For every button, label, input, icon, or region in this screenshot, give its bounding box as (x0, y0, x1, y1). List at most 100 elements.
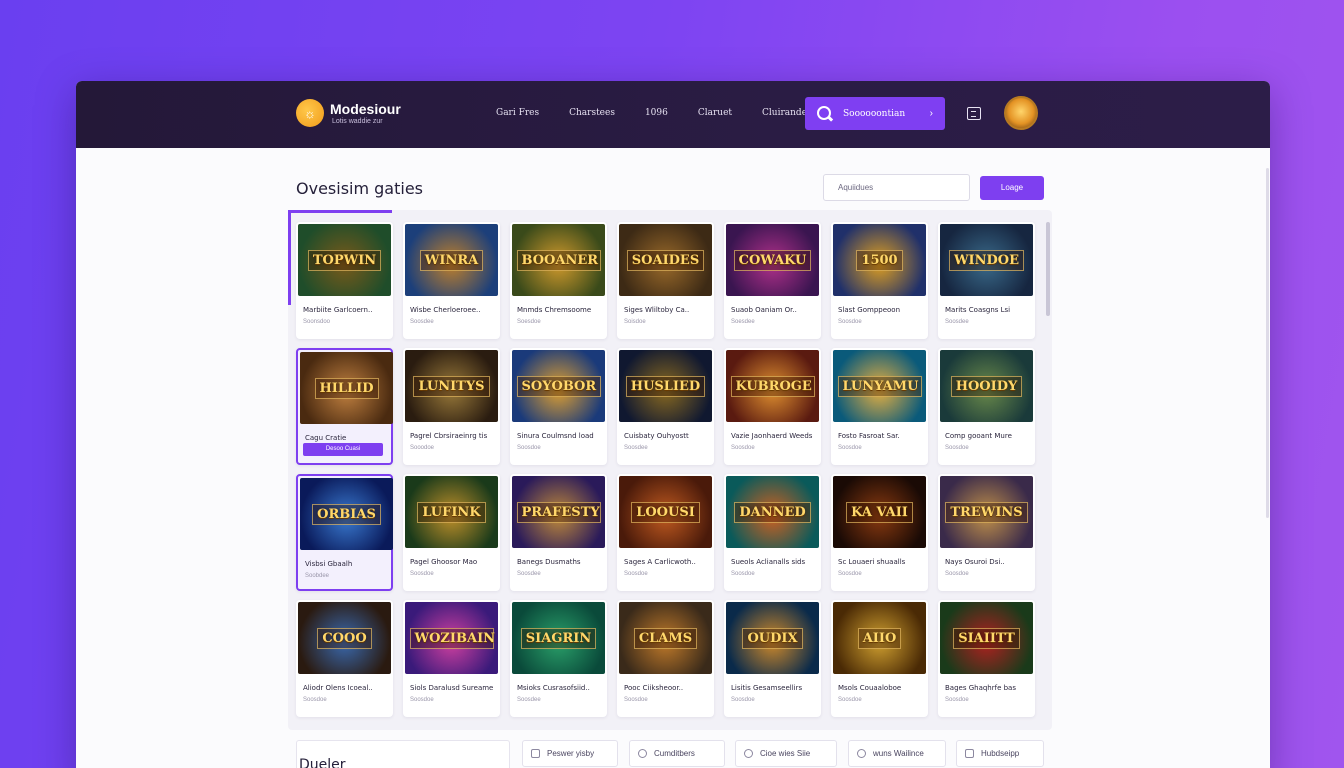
search-button[interactable]: Soooooontian › (805, 97, 945, 130)
game-thumbnail[interactable]: ORBIAS (300, 478, 393, 550)
login-button[interactable]: Loage (980, 176, 1044, 200)
game-card[interactable]: SIAGRIN Msioks Cusrasofsiid.. Soosdee (510, 600, 607, 717)
game-title: Slast Gomppeoon (838, 306, 901, 314)
game-subtitle: Soosdoe (838, 319, 862, 325)
game-card[interactable]: SIAIITT Bages Ghaqhrfe bas Soosdoe (938, 600, 1035, 717)
game-title: Mnmds Chremsoome (517, 306, 592, 314)
nav-item-4[interactable]: Claruet (698, 108, 732, 118)
game-logo-text: TOPWIN (307, 249, 382, 271)
game-card[interactable]: COWAKU Suaob Oaniam Or.. Soesdee (724, 222, 821, 339)
game-thumbnail[interactable]: HILLID (300, 352, 393, 424)
grid-scrollbar[interactable] (1046, 222, 1050, 316)
game-thumbnail[interactable]: LUFINK (405, 476, 498, 548)
footer-chip-2[interactable]: Cumditbers (629, 740, 725, 767)
game-card[interactable]: LUFINK Pagel Ghoosor Mao Soosdoe (403, 474, 500, 591)
nav-item-2[interactable]: Charstees (569, 108, 615, 118)
game-thumbnail[interactable]: BOOANER (512, 224, 605, 296)
game-card[interactable]: WINRA Wisbe Cherloeroee.. Soosdee (403, 222, 500, 339)
nav-item-1[interactable]: Gari Fres (496, 108, 539, 118)
game-logo-text: HUSLIED (625, 375, 706, 397)
game-logo-text: LOOUSI (631, 501, 700, 523)
nav-item-3[interactable]: 1096 (645, 108, 668, 118)
game-thumbnail[interactable]: WINDOE (940, 224, 1033, 296)
search-label: Soooooontian (843, 108, 906, 119)
game-thumbnail[interactable]: COOO (298, 602, 391, 674)
game-card[interactable]: KUBROGE Vazie Jaonhaerd Weeds Soosdoe (724, 348, 821, 465)
game-card[interactable]: 1500 Slast Gomppeoon Soosdoe (831, 222, 928, 339)
game-card[interactable]: HOOIDY Comp gooant Mure Soosdoe (938, 348, 1035, 465)
game-card[interactable]: WINDOE Marits Coasgns Lsi Soosdee (938, 222, 1035, 339)
game-thumbnail[interactable]: SOAIDES (619, 224, 712, 296)
game-thumbnail[interactable]: COWAKU (726, 224, 819, 296)
game-title: Sc Louaeri shuaalls (838, 558, 906, 566)
play-button[interactable]: Desoo Cuasi (303, 443, 383, 456)
footer-chip-1[interactable]: Peswer yisby (522, 740, 618, 767)
game-thumbnail[interactable]: LUNYAMU (833, 350, 926, 422)
game-subtitle: Soosdee (517, 571, 541, 577)
game-thumbnail[interactable]: CLAMS (619, 602, 712, 674)
game-card[interactable]: LUNYAMU Fosto Fasroat Sar. Soosdoe (831, 348, 928, 465)
game-thumbnail[interactable]: KUBROGE (726, 350, 819, 422)
game-thumbnail[interactable]: WOZIBAIN (405, 602, 498, 674)
game-thumbnail[interactable]: AIIO (833, 602, 926, 674)
game-card[interactable]: KA VAII Sc Louaeri shuaalls Soosdoe (831, 474, 928, 591)
game-subtitle: Soosdoe (838, 571, 862, 577)
game-card[interactable]: ORBIAS Visbsi Gbaalh Soobdee (296, 474, 393, 591)
game-card[interactable]: DANNED Sueols Aclianalls sids Soosdoe (724, 474, 821, 591)
game-thumbnail[interactable]: WINRA (405, 224, 498, 296)
game-logo-text: SOYOBOR (516, 375, 601, 397)
game-logo-text: HILLID (314, 377, 379, 399)
game-thumbnail[interactable]: SIAIITT (940, 602, 1033, 674)
window-icon[interactable] (967, 107, 981, 120)
game-card[interactable]: LUNITYS Pagrel Cbrsiraeinrg tis Sooodoe (403, 348, 500, 465)
game-title: Lisitis Gesamseellirs (731, 684, 803, 692)
game-logo-text: DANNED (734, 501, 811, 523)
game-thumbnail[interactable]: LUNITYS (405, 350, 498, 422)
game-subtitle: Soesdee (731, 319, 755, 325)
footer-chip-4[interactable]: wuns Wailince (848, 740, 946, 767)
game-card[interactable]: COOO Aliodr Olens Icoeal.. Soosdoe (296, 600, 393, 717)
game-card[interactable]: HILLID Cagu Cratie Desoo Cuasi (296, 348, 393, 465)
game-subtitle: Soosdoe (838, 445, 862, 451)
game-card[interactable]: TOPWIN Marbiite Garlcoern.. Soonsdoo (296, 222, 393, 339)
game-title: Siols Daralusd Sureame (410, 684, 494, 692)
game-thumbnail[interactable]: HOOIDY (940, 350, 1033, 422)
avatar[interactable] (1004, 96, 1038, 130)
brand-tagline: Lotis waddie zur (332, 117, 383, 125)
game-title: Bages Ghaqhrfe bas (945, 684, 1016, 692)
game-thumbnail[interactable]: KA VAII (833, 476, 926, 548)
game-logo-text: LUFINK (417, 501, 486, 523)
game-title: Siges Wliltoby Ca.. (624, 306, 690, 314)
game-thumbnail[interactable]: 1500 (833, 224, 926, 296)
game-thumbnail[interactable]: SIAGRIN (512, 602, 605, 674)
chip-label: Cioe wies Siie (760, 749, 811, 758)
game-thumbnail[interactable]: DANNED (726, 476, 819, 548)
game-card[interactable]: HUSLIED Cuisbaty Ouhyostt Soosdee (617, 348, 714, 465)
game-thumbnail[interactable]: PRAFESTY (512, 476, 605, 548)
filter-input[interactable]: Aquiidues (823, 174, 970, 201)
brand[interactable]: ☼ Modesiour Lotis waddie zur (296, 99, 401, 127)
game-subtitle: Soonsdoo (303, 319, 331, 325)
game-thumbnail[interactable]: TOPWIN (298, 224, 391, 296)
game-thumbnail[interactable]: SOYOBOR (512, 350, 605, 422)
game-subtitle: Soosdee (517, 697, 541, 703)
footer-chip-5[interactable]: Hubdseipp (956, 740, 1044, 767)
game-title: Vazie Jaonhaerd Weeds (731, 432, 813, 440)
game-card[interactable]: OUDIX Lisitis Gesamseellirs Soosdoe (724, 600, 821, 717)
game-card[interactable]: TREWINS Nays Osuroi Dsi.. Soosdoe (938, 474, 1035, 591)
game-subtitle: Soosdoe (624, 571, 648, 577)
game-card[interactable]: SOYOBOR Sinura Coulmsnd load Soosdoe (510, 348, 607, 465)
game-card[interactable]: AIIO Msols Couaaloboe Soosdoe (831, 600, 928, 717)
footer-chip-3[interactable]: Cioe wies Siie (735, 740, 837, 767)
game-card[interactable]: CLAMS Pooc Ciiksheoor.. Soosdoe (617, 600, 714, 717)
game-thumbnail[interactable]: OUDIX (726, 602, 819, 674)
game-card[interactable]: PRAFESTY Banegs Dusmaths Soosdee (510, 474, 607, 591)
game-card[interactable]: BOOANER Mnmds Chremsoome Soesdoe (510, 222, 607, 339)
game-thumbnail[interactable]: LOOUSI (619, 476, 712, 548)
game-thumbnail[interactable]: HUSLIED (619, 350, 712, 422)
game-thumbnail[interactable]: TREWINS (940, 476, 1033, 548)
game-card[interactable]: WOZIBAIN Siols Daralusd Sureame Soosdoe (403, 600, 500, 717)
game-card[interactable]: LOOUSI Sages A Carlicwoth.. Soosdoe (617, 474, 714, 591)
window-scrollbar[interactable] (1266, 168, 1269, 518)
game-card[interactable]: SOAIDES Siges Wliltoby Ca.. Soisdoe (617, 222, 714, 339)
